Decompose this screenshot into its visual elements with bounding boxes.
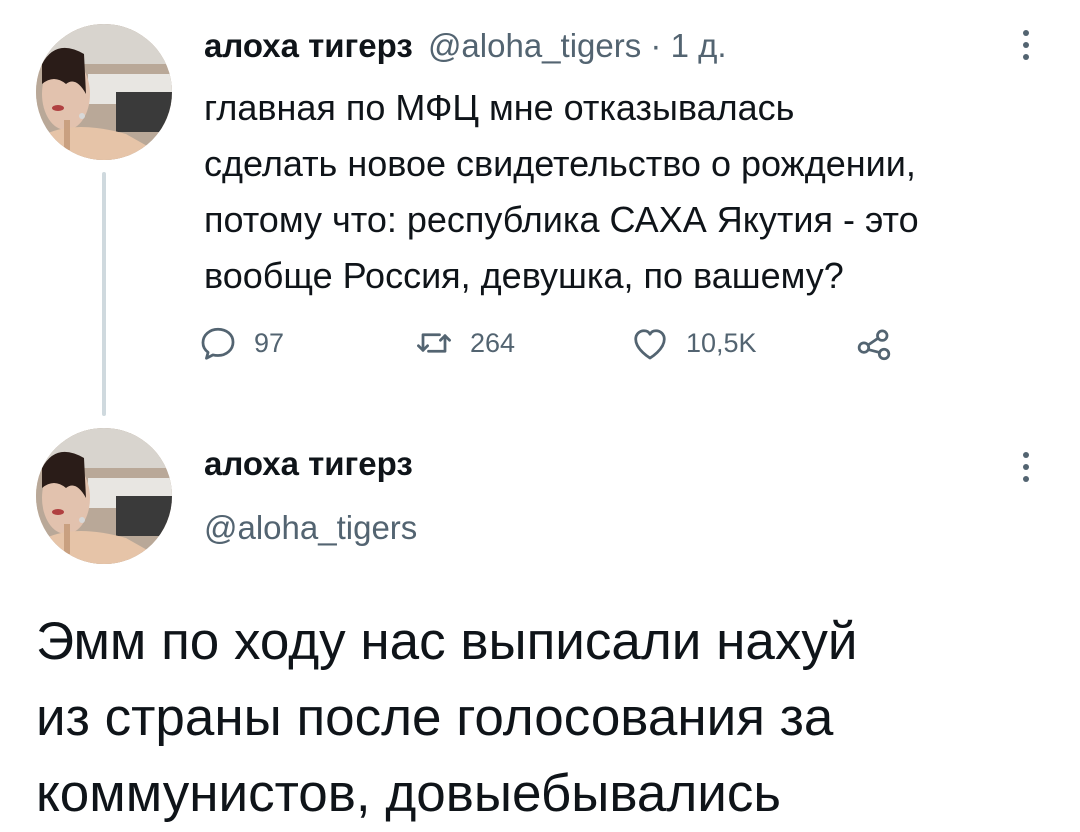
display-name[interactable]: алоха тигерз bbox=[204, 27, 413, 64]
tweet-time[interactable]: 1 д. bbox=[671, 27, 727, 64]
tweet-text: Эмм по ходу нас выписали нахуй из страны… bbox=[36, 604, 857, 832]
thread-connector-line bbox=[102, 172, 106, 416]
retweet-icon bbox=[417, 333, 451, 353]
avatar-image bbox=[36, 428, 172, 564]
like-button[interactable]: 10,5K bbox=[628, 318, 757, 368]
user-handle[interactable]: @aloha_tigers bbox=[428, 27, 641, 64]
reply-count: 97 bbox=[254, 327, 285, 358]
tweet-text-line: из страны после голосования за bbox=[36, 688, 834, 747]
retweet-count: 264 bbox=[470, 327, 516, 358]
separator-dot: · bbox=[641, 27, 671, 64]
share-button[interactable] bbox=[852, 318, 896, 368]
tweet-text-line: вообще Россия, девушка, по вашему? bbox=[204, 255, 844, 296]
retweet-button[interactable]: 264 bbox=[412, 318, 515, 368]
user-handle[interactable]: @aloha_tigers bbox=[204, 508, 417, 548]
reply-button[interactable]: 97 bbox=[196, 318, 284, 368]
share-icon bbox=[857, 329, 891, 361]
display-name[interactable]: алоха тигерз bbox=[204, 444, 413, 484]
like-count: 10,5K bbox=[686, 327, 757, 358]
heart-icon bbox=[634, 329, 666, 360]
tweet-text-line: коммунистов, довыебывались bbox=[36, 764, 782, 823]
tweet-text: главная по МФЦ мне отказывалась сделать … bbox=[204, 80, 1054, 304]
avatar[interactable] bbox=[36, 24, 172, 160]
avatar[interactable] bbox=[36, 428, 172, 564]
tweet-actions: 97 264 10,5K bbox=[196, 318, 916, 368]
tweet-text-line: сделать новое свидетельство о рождении, bbox=[204, 143, 916, 184]
tweet-text-line: потому что: республика САХА Якутия - это bbox=[204, 199, 919, 240]
tweet-text-line: главная по МФЦ мне отказывалась bbox=[204, 87, 795, 128]
more-vertical-icon[interactable] bbox=[1016, 452, 1036, 488]
more-vertical-icon[interactable] bbox=[1016, 30, 1036, 66]
tweet-text-line: Эмм по ходу нас выписали нахуй bbox=[36, 612, 858, 671]
tweet-header: алоха тигерз @aloha_tigers · 1 д. bbox=[204, 26, 727, 66]
reply-icon bbox=[201, 327, 235, 360]
avatar-image bbox=[36, 24, 172, 160]
